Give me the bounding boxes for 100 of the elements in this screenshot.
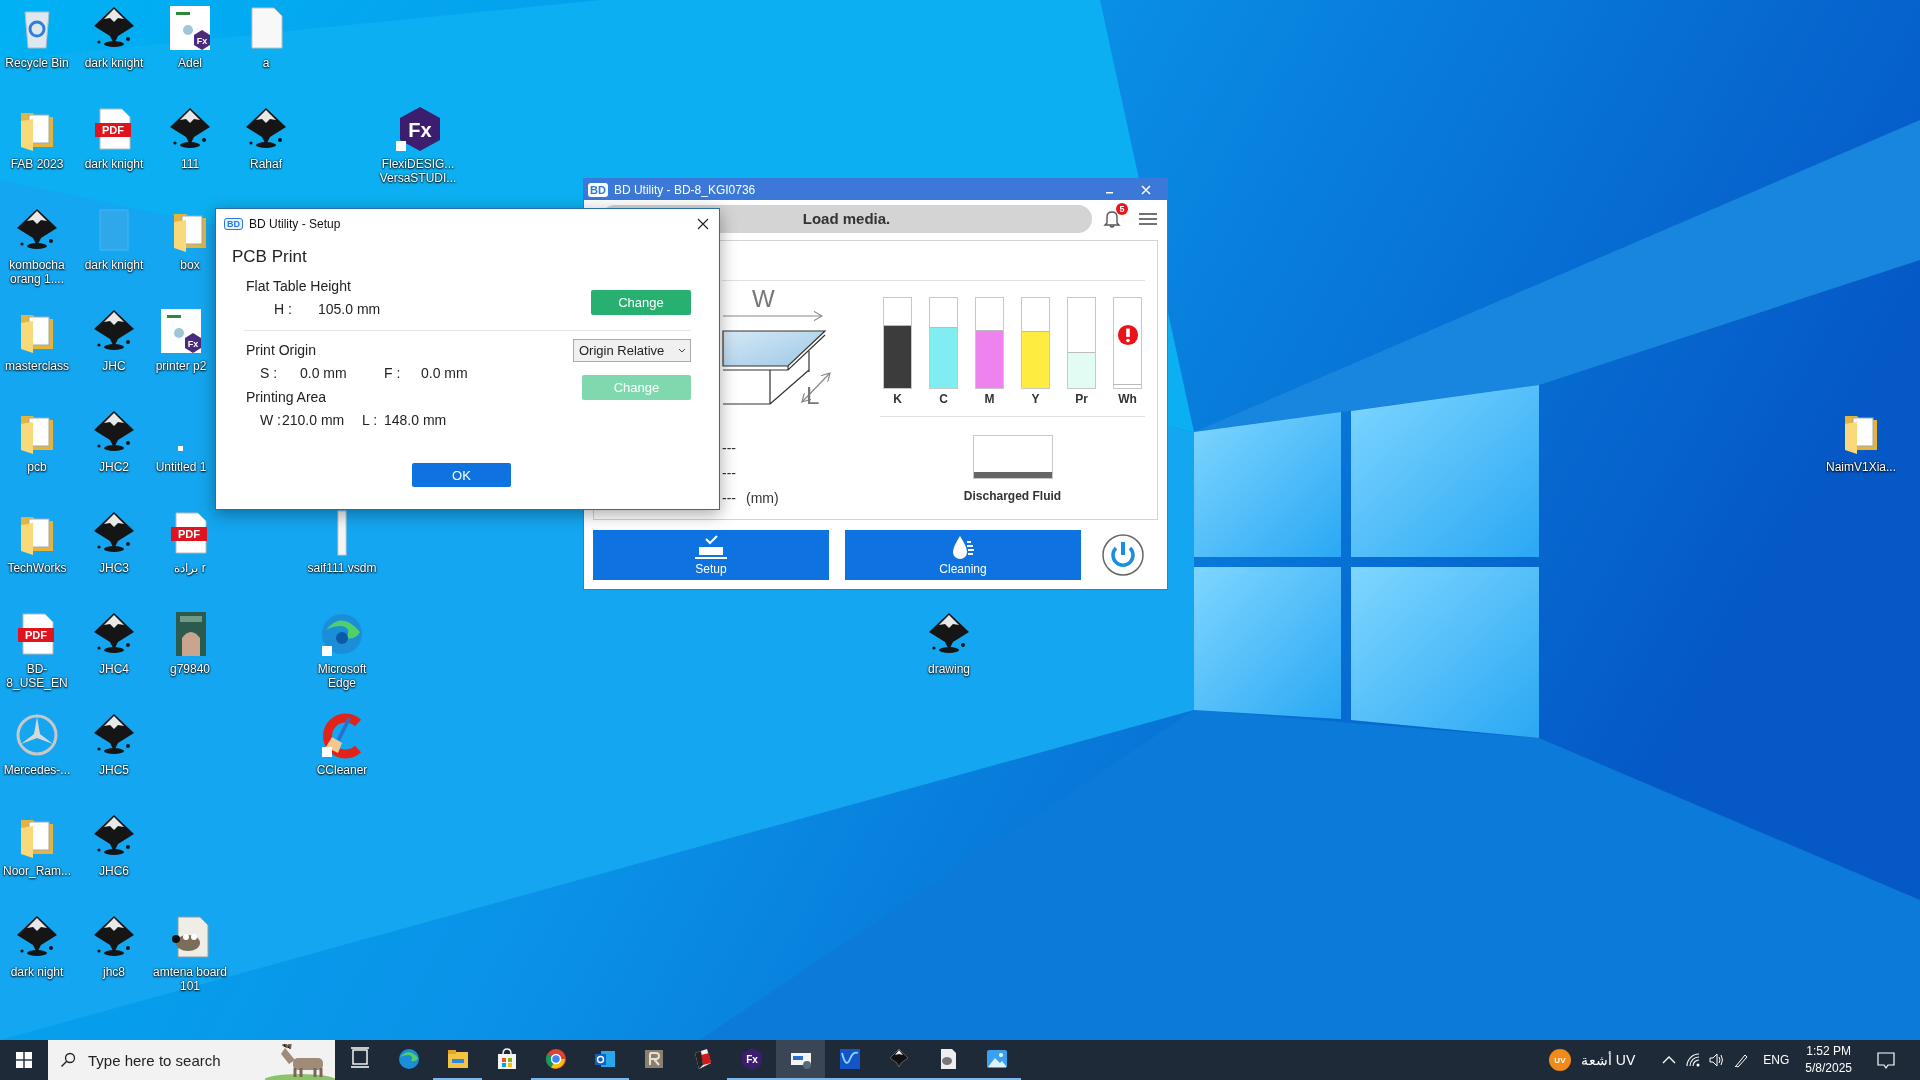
field-value: 0.0 mm <box>300 364 348 383</box>
icon-label[interactable]: saif111.vsdm <box>307 561 377 575</box>
window-title: BD Utility - BD-8_KGI0736 <box>613 182 756 197</box>
clock[interactable]: 1:52 PM 5/8/2025 <box>1805 1043 1852 1077</box>
icon-label[interactable]: Mercedes-... <box>3 763 71 777</box>
icon-label[interactable]: Adel <box>178 56 202 70</box>
change-button[interactable]: Change <box>591 290 691 315</box>
icon-label[interactable]: Rahaf <box>250 157 282 171</box>
donkey-drawing <box>265 1044 335 1080</box>
ink-label: Wh <box>1118 392 1137 406</box>
notification-icon[interactable] <box>1876 1050 1896 1070</box>
icon-label[interactable]: JHC5 <box>99 763 129 777</box>
speaker-icon[interactable] <box>1709 1052 1726 1068</box>
ok-button[interactable]: OK <box>412 463 511 487</box>
menu-icon[interactable] <box>1138 212 1158 226</box>
icon-label[interactable]: TechWorks <box>7 561 67 575</box>
icon-text: Fx <box>408 119 432 141</box>
section-label: Flat Table Height <box>246 277 352 296</box>
icon-label[interactable]: amtena board 101 <box>151 965 229 993</box>
close-icon[interactable] <box>697 218 709 230</box>
icon-label[interactable]: FAB 2023 <box>10 157 64 171</box>
icon-label[interactable]: JHC <box>102 359 126 373</box>
icon-label[interactable]: برادة r <box>174 561 206 575</box>
windows-icon <box>16 1052 32 1068</box>
icon-label[interactable]: g79840 <box>169 662 210 676</box>
section-label: Print Origin <box>246 341 318 360</box>
icon-label[interactable]: dark knight <box>84 258 144 272</box>
icon-label[interactable]: jhc8 <box>103 965 125 979</box>
action-button[interactable]: Setup <box>593 530 829 580</box>
field-value: 148.0 mm <box>384 411 447 430</box>
folder-icon <box>445 1047 470 1071</box>
icon-label[interactable]: CCleaner <box>316 763 368 777</box>
ink-label: Pr <box>1075 392 1088 406</box>
origin-dropdown[interactable]: Origin Relative <box>573 339 691 362</box>
icon-text: Fx <box>196 36 208 46</box>
reading-value: --- <box>722 464 736 481</box>
search-field[interactable]: Type here to search <box>48 1040 335 1080</box>
icon-label[interactable]: JHC2 <box>99 460 129 474</box>
icon-label[interactable]: masterclass <box>5 359 69 373</box>
notification-badge: 5 <box>1116 203 1128 215</box>
wifi-icon[interactable] <box>1685 1052 1702 1068</box>
taskbar-button[interactable] <box>776 1040 825 1080</box>
icon-label[interactable]: pcb <box>27 460 47 474</box>
field-key: W : <box>260 408 282 433</box>
pen-icon[interactable] <box>1733 1052 1750 1068</box>
app-logo: BD <box>588 182 608 197</box>
app-logo: BD <box>224 218 243 230</box>
language-indicator[interactable]: ENG <box>1763 1053 1790 1067</box>
ink-label: C <box>939 392 948 406</box>
ink-label: M <box>984 392 995 406</box>
icon-text: Fx <box>745 1054 758 1065</box>
icon-label[interactable]: BD-8_USE_EN <box>0 662 76 690</box>
icon-label[interactable]: dark knight <box>84 157 144 171</box>
unit-label: (mm) <box>746 489 779 506</box>
field-key: H : <box>260 297 318 322</box>
field-key: F : <box>384 361 421 386</box>
section-label: Printing Area <box>246 388 328 407</box>
icon-text: PDF <box>102 124 124 136</box>
browser-icon <box>543 1047 568 1071</box>
icon-label[interactable]: printer p2 <box>155 359 207 373</box>
bell-icon[interactable] <box>1102 209 1122 229</box>
ink-label: Y <box>1031 392 1040 406</box>
icon-label[interactable]: JHC4 <box>99 662 129 676</box>
reading-value: --- <box>722 489 736 506</box>
chevron-icon <box>678 347 686 354</box>
icon-label[interactable]: box <box>180 258 200 272</box>
icon-label[interactable]: Untitled 1 <box>155 460 207 474</box>
icon-label[interactable]: NaimV1Xia... <box>1826 460 1896 474</box>
user-badge[interactable]: UV <box>1548 1049 1571 1071</box>
reading-value: --- <box>722 439 736 456</box>
icon-text: Fx <box>187 339 199 349</box>
icon-label[interactable]: Microsoft Edge <box>303 662 381 690</box>
icon-label[interactable]: Recycle Bin <box>5 56 69 70</box>
icon-label[interactable]: Noor_Ram... <box>3 864 71 878</box>
field-value: 105.0 mm <box>318 300 381 319</box>
icon-label[interactable]: FlexiDESIG... VersaSTUDI... <box>379 157 457 185</box>
search-icon <box>60 1052 76 1068</box>
dialog-title: BD Utility - Setup <box>249 217 341 231</box>
swirl-icon <box>396 1047 421 1071</box>
icon-label[interactable]: dark knight <box>84 56 144 70</box>
icon-label[interactable]: JHC6 <box>99 864 129 878</box>
photo-icon <box>984 1047 1009 1071</box>
field-value: 210.0 mm <box>282 411 346 430</box>
search-input[interactable]: Type here to search <box>86 1050 255 1070</box>
table-drawing: W L <box>722 289 852 407</box>
wave-icon <box>837 1047 862 1071</box>
icon-label[interactable]: a <box>262 56 270 70</box>
power-button[interactable] <box>1101 533 1145 577</box>
waste-label: Discharged Fluid <box>963 489 1062 503</box>
icon-label[interactable]: 111 <box>180 157 200 171</box>
icon-label[interactable]: dark night <box>10 965 64 979</box>
error-icon <box>1117 324 1139 346</box>
icon-text: PDF <box>25 629 47 641</box>
icon-label[interactable]: kombocha orang 1.... <box>0 258 76 286</box>
icon-text: PDF <box>178 528 200 540</box>
field-key: L : <box>362 408 384 433</box>
field-key: S : <box>260 361 300 386</box>
icon-label[interactable]: JHC3 <box>99 561 129 575</box>
icon-label[interactable]: drawing <box>928 662 970 676</box>
action-button[interactable]: Cleaning <box>845 530 1081 580</box>
